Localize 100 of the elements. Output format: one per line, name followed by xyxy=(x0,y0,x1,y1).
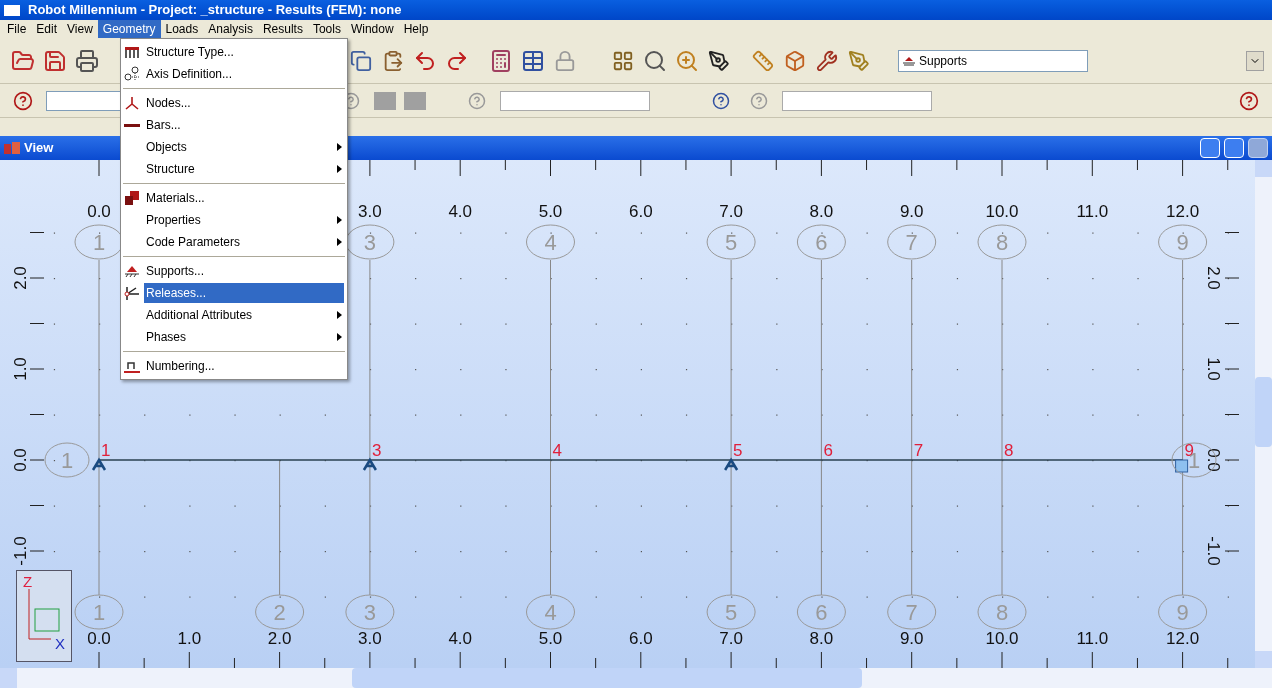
axis-bubble: 5 xyxy=(706,224,756,260)
release-icon xyxy=(124,285,140,301)
menu-entry[interactable]: Numbering... xyxy=(144,356,344,376)
support-icon xyxy=(903,55,915,66)
window-title: Robot Millennium - Project: _structure - Results (FEM): none xyxy=(28,1,402,20)
axis-bubble: 1 xyxy=(44,442,90,478)
menu-entry[interactable]: Supports... xyxy=(144,261,344,281)
submenu-arrow-icon xyxy=(337,238,342,246)
axis-bubble: 6 xyxy=(796,224,846,260)
close-button[interactable] xyxy=(1248,138,1268,158)
menu-item[interactable]: Analysis xyxy=(203,20,258,38)
frame-icon xyxy=(124,44,140,60)
menu-entry[interactable]: Bars... xyxy=(144,115,344,135)
ruler-label: 8.0 xyxy=(809,629,834,648)
ruler-label: 1.0 xyxy=(11,357,30,381)
ruler-label: 3.0 xyxy=(358,629,382,648)
ruler-label: 12.0 xyxy=(1166,629,1200,648)
menu-entry[interactable]: Releases... xyxy=(144,283,344,303)
node-number: 3 xyxy=(371,441,382,460)
submenu-arrow-icon xyxy=(337,311,342,319)
ruler-label: 0.0 xyxy=(11,448,30,472)
node-icon xyxy=(124,95,140,111)
menu-entry[interactable]: Objects xyxy=(144,137,344,157)
menu-entry[interactable]: Structure Type... xyxy=(144,42,344,62)
menu-entry[interactable]: Additional Attributes xyxy=(144,305,344,325)
axis-bubble: 5 xyxy=(706,594,756,630)
ruler-label: 7.0 xyxy=(719,629,743,648)
menu-entry[interactable]: Materials... xyxy=(144,188,344,208)
node-number: 8 xyxy=(1004,441,1014,460)
ruler-label: 5.0 xyxy=(538,629,563,648)
input-field[interactable] xyxy=(500,90,650,111)
ruler-label: -1.0 xyxy=(1204,536,1223,566)
axis-bubble: 1 xyxy=(74,594,124,630)
menu-item[interactable]: Window xyxy=(345,20,399,38)
menu-entry[interactable]: Properties xyxy=(144,210,344,230)
material-icon xyxy=(124,190,140,206)
menu-item[interactable]: Results xyxy=(257,20,308,38)
ruler-label: 5.0 xyxy=(538,202,563,221)
axis-lines-drawing xyxy=(28,588,52,640)
menu-entry[interactable]: Axis Definition... xyxy=(144,64,344,84)
scroll-thumb[interactable] xyxy=(1255,377,1272,447)
ruler-label: 3.0 xyxy=(358,202,382,221)
scroll-thumb[interactable] xyxy=(352,668,862,688)
bar-icon xyxy=(124,123,140,127)
ruler-label: 2.0 xyxy=(1204,266,1223,290)
menu-item[interactable]: Help xyxy=(398,20,434,38)
view-icon xyxy=(4,141,20,155)
axis-bubble: 7 xyxy=(887,594,937,630)
node-number: 6 xyxy=(823,441,833,460)
axis-bubble: 3 xyxy=(345,594,395,630)
minimize-button[interactable] xyxy=(1200,138,1220,158)
horizontal-scrollbar[interactable] xyxy=(0,668,1272,688)
menu-entry[interactable]: Nodes... xyxy=(144,93,344,113)
axis-bubble: 9 xyxy=(1158,594,1208,630)
ruler-label: 6.0 xyxy=(629,629,653,648)
disabled-block-icon xyxy=(404,91,426,110)
node-number: 7 xyxy=(913,441,924,460)
axis-bubble: 2 xyxy=(255,594,305,630)
ruler-label: 2.0 xyxy=(267,629,292,648)
axis-bubble: 3 xyxy=(345,224,395,260)
menu-entry[interactable]: Code Parameters xyxy=(144,232,344,252)
axis-bubble: 6 xyxy=(796,594,846,630)
submenu-arrow-icon xyxy=(337,216,342,224)
input-field[interactable] xyxy=(782,90,932,111)
disabled-block-icon xyxy=(374,91,396,110)
ruler-label: 11.0 xyxy=(1076,202,1109,221)
ruler-label: 4.0 xyxy=(448,629,472,648)
menu-entry[interactable]: Phases xyxy=(144,327,344,347)
axis-bubble: 7 xyxy=(887,224,937,260)
node-number: 4 xyxy=(552,441,562,460)
menu-item[interactable]: File xyxy=(2,20,32,38)
ruler-label: 9.0 xyxy=(899,202,924,221)
submenu-arrow-icon xyxy=(337,333,342,341)
menu-item[interactable]: Edit xyxy=(31,20,63,38)
ruler-label: 8.0 xyxy=(809,202,834,221)
ruler-label: 0.0 xyxy=(1204,448,1223,472)
menu-entry[interactable]: Structure xyxy=(144,159,344,179)
app-icon xyxy=(4,4,20,16)
menu-item[interactable]: Tools xyxy=(307,20,346,38)
axis-bubble: 9 xyxy=(1158,224,1208,260)
ruler-label: 12.0 xyxy=(1166,202,1200,221)
node-number: 5 xyxy=(733,441,743,460)
menu-item[interactable]: Loads xyxy=(160,20,204,38)
vertical-scrollbar[interactable] xyxy=(1255,160,1272,668)
ruler-label: 10.0 xyxy=(985,629,1019,648)
menu-item[interactable]: View xyxy=(62,20,98,38)
ruler-label: 11.0 xyxy=(1076,629,1109,648)
ruler-label: 2.0 xyxy=(11,266,30,290)
dropdown-arrow-button[interactable] xyxy=(1246,50,1264,71)
axis-label: Z xyxy=(23,572,33,592)
axis-icon xyxy=(124,66,140,82)
ruler-label: 9.0 xyxy=(899,629,924,648)
axis-bubble: 4 xyxy=(526,224,575,260)
dropdown-value: Supports xyxy=(919,52,968,70)
layer-dropdown[interactable]: Supports xyxy=(898,49,1088,72)
axis-bubble: 8 xyxy=(977,594,1027,630)
submenu-arrow-icon xyxy=(337,165,342,173)
submenu-arrow-icon xyxy=(337,143,342,151)
menu-item[interactable]: Geometry xyxy=(97,20,161,38)
maximize-button[interactable] xyxy=(1224,138,1244,158)
